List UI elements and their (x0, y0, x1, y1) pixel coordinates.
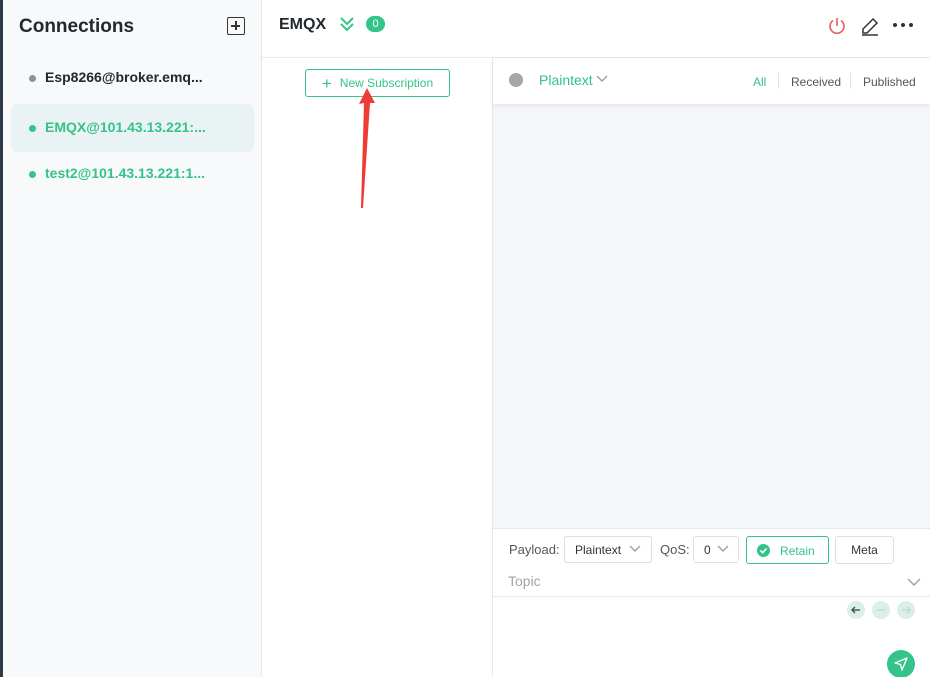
power-icon[interactable] (827, 16, 847, 36)
chevron-down-icon (629, 545, 641, 552)
chevron-down-icon[interactable] (596, 75, 608, 83)
payload-type-select[interactable]: Plaintext (564, 536, 652, 563)
status-dot (29, 75, 36, 82)
payload-format-select[interactable]: Plaintext (539, 72, 593, 88)
add-connection-icon[interactable] (227, 17, 245, 35)
more-icon[interactable] (892, 18, 914, 32)
connection-item-esp8266[interactable]: Esp8266@broker.emq... (11, 54, 254, 102)
plus-icon: + (321, 73, 332, 93)
annotation-arrow (359, 88, 375, 208)
divider (778, 73, 779, 89)
topic-row (493, 569, 930, 597)
history-forward-icon[interactable] (897, 601, 915, 619)
filter-all[interactable]: All (753, 75, 766, 89)
connection-item-emqx[interactable]: EMQX@101.43.13.221:... (11, 104, 254, 152)
connection-label: EMQX@101.43.13.221:... (45, 119, 206, 135)
qos-value: 0 (704, 543, 711, 557)
connection-label: Esp8266@broker.emq... (45, 69, 203, 85)
payload-label: Payload: (509, 542, 560, 557)
send-icon (894, 657, 908, 671)
connection-name: EMQX (279, 16, 327, 33)
divider (850, 73, 851, 89)
connection-item-test2[interactable]: test2@101.43.13.221:1... (11, 150, 254, 198)
retain-label: Retain (780, 544, 815, 558)
chevron-down-icon[interactable] (907, 578, 921, 587)
messages-toolbar: Plaintext All Received Published (493, 58, 930, 104)
messages-area: Plaintext All Received Published (493, 58, 930, 528)
filter-published[interactable]: Published (863, 75, 916, 89)
retain-checkbox[interactable]: Retain (746, 536, 829, 564)
connection-status-icon (509, 73, 523, 87)
edit-icon[interactable] (860, 16, 880, 36)
status-dot (29, 171, 36, 178)
connections-sidebar: Connections Esp8266@broker.emq... EMQX@1… (3, 0, 262, 677)
connection-header: EMQX 0 (262, 0, 930, 58)
connection-label: test2@101.43.13.221:1... (45, 165, 205, 181)
meta-button[interactable]: Meta (835, 536, 894, 564)
mqttx-window: Connections Esp8266@broker.emq... EMQX@1… (0, 0, 930, 677)
history-back-icon[interactable] (847, 601, 865, 619)
sidebar-title: Connections (19, 16, 135, 37)
subscription-count-badge: 0 (366, 16, 385, 32)
double-chevron-down-icon[interactable] (339, 15, 355, 33)
qos-select[interactable]: 0 (693, 536, 739, 563)
topic-input[interactable] (508, 573, 888, 589)
filter-received[interactable]: Received (791, 75, 841, 89)
check-circle-icon (757, 544, 770, 557)
payload-type-value: Plaintext (575, 543, 622, 557)
history-clear-icon[interactable] (872, 601, 890, 619)
qos-label: QoS: (660, 542, 690, 557)
send-button[interactable] (887, 650, 915, 677)
message-composer: Payload: Plaintext QoS: 0 Retain Meta (493, 528, 930, 677)
status-dot (29, 125, 36, 132)
chevron-down-icon (717, 545, 729, 552)
